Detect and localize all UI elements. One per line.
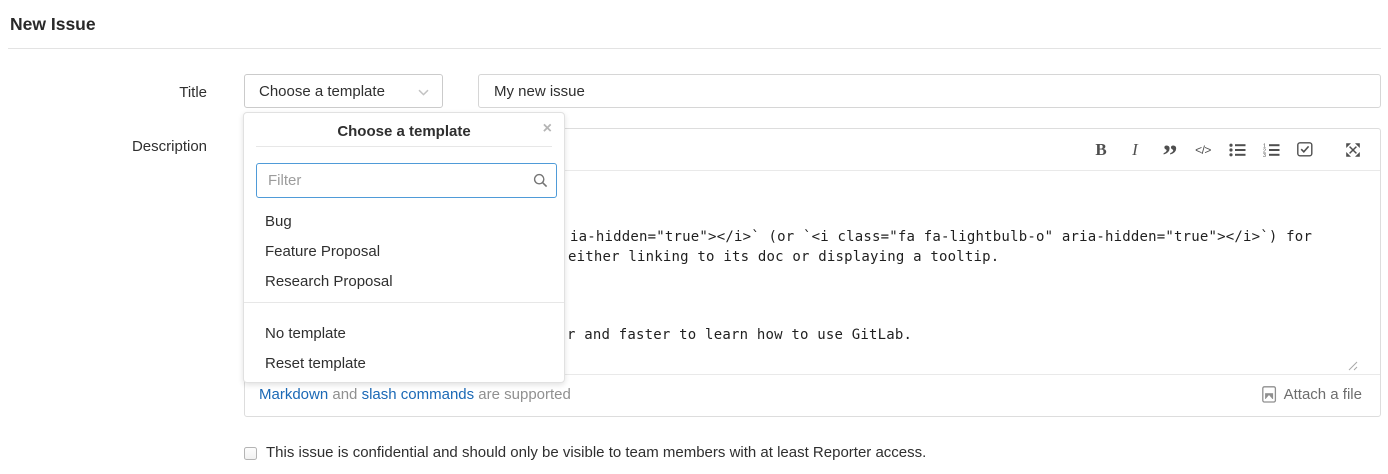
note-and-text: and [328,386,361,403]
choose-template-button-label: Choose a template [259,83,385,100]
description-text-line: ia-hidden="true"></i>` (or `<i class="fa… [570,227,1312,247]
quote-icon[interactable]: ” [1160,141,1178,159]
filter-input[interactable] [256,163,557,198]
confidential-row: This issue is confidential and should on… [244,444,926,461]
attach-file-button[interactable]: Attach a file [1262,386,1362,403]
search-icon [533,173,548,188]
attach-file-icon [1262,386,1277,403]
no-template-item[interactable]: No template [244,319,564,349]
dropdown-header-divider [256,146,552,147]
template-dropdown: Choose a template × Bug Feature Proposal… [243,112,565,383]
template-item-research-proposal[interactable]: Research Proposal [244,267,564,297]
dropdown-group-divider [244,302,564,303]
close-icon[interactable]: × [543,119,552,139]
reset-template-item[interactable]: Reset template [244,349,564,379]
header-divider [8,48,1381,49]
bullet-list-icon[interactable] [1228,141,1246,159]
italic-icon[interactable]: I [1126,141,1144,159]
code-icon[interactable]: </> [1194,141,1212,159]
note-suffix-text: are supported [474,386,571,403]
page-title: New Issue [10,14,96,35]
markdown-link[interactable]: Markdown [259,386,328,403]
template-item-feature-proposal[interactable]: Feature Proposal [244,237,564,267]
fullscreen-icon[interactable] [1344,141,1362,159]
template-dropdown-header: Choose a template × [244,113,564,140]
chevron-down-icon [418,89,429,96]
template-actions: No template Reset template [244,319,564,379]
template-item-bug[interactable]: Bug [244,207,564,237]
svg-text:3: 3 [1263,153,1266,157]
filter-field [256,163,557,198]
numbered-list-icon[interactable]: 1 2 3 [1262,141,1280,159]
choose-template-button[interactable]: Choose a template [244,74,443,108]
new-issue-page: New Issue Title Description Choose a tem… [0,0,1388,474]
bold-icon[interactable]: B [1092,141,1110,159]
issue-title-input[interactable] [478,74,1381,108]
description-text-line: r and faster to learn how to use GitLab. [567,325,912,345]
task-list-icon[interactable] [1296,141,1314,159]
description-text-line: either linking to its doc or displaying … [568,247,999,267]
template-list: Bug Feature Proposal Research Proposal [244,207,564,297]
confidential-label: This issue is confidential and should on… [266,444,926,461]
textarea-resize-handle[interactable] [1346,359,1358,371]
markdown-support-note: Markdown and slash commands are supporte… [259,386,571,403]
title-label: Title [0,84,207,101]
description-label: Description [0,138,207,155]
attach-file-label: Attach a file [1284,386,1362,403]
confidential-checkbox[interactable] [244,447,257,460]
template-dropdown-title: Choose a template [337,123,470,140]
slash-commands-link[interactable]: slash commands [362,386,475,403]
